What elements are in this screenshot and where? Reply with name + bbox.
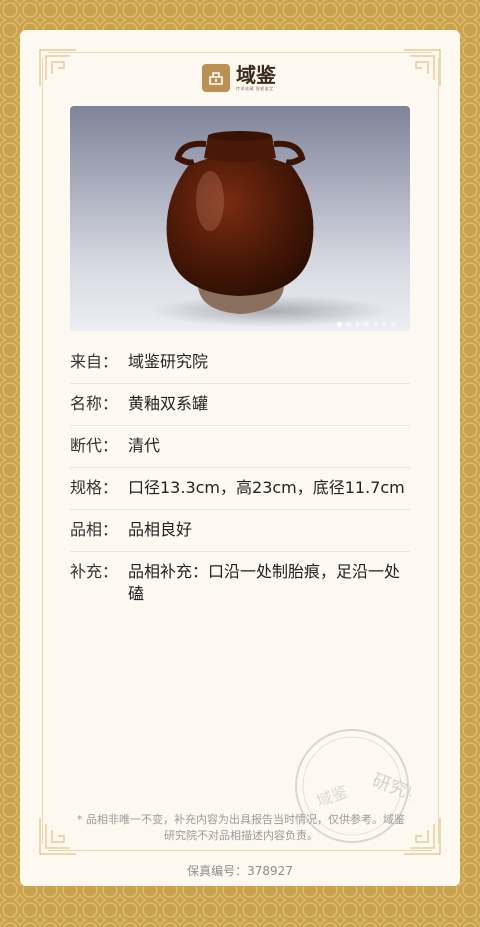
carousel-dot[interactable]	[382, 322, 387, 327]
brand-tagline: 传承收藏 智能鉴定	[236, 86, 274, 91]
carousel-indicator[interactable]	[337, 322, 396, 327]
carousel-dot[interactable]	[391, 322, 396, 327]
stamp-outer-text: 域鉴	[314, 782, 351, 811]
field-label: 名称：	[70, 394, 119, 413]
disclaimer-text: * 品相非唯一不变，补充内容为出具报告当时情况，仅供参考。域鉴研究院不对品相描述…	[77, 813, 405, 842]
info-list: 来自： 域鉴研究院 名称： 黄釉双系罐 断代： 清代 规格： 口径13.3cm，…	[70, 342, 410, 615]
field-label: 品相：	[70, 520, 119, 539]
field-value: 域鉴研究院	[128, 352, 209, 371]
carousel-dot[interactable]	[346, 322, 351, 327]
field-label: 规格：	[70, 478, 119, 497]
field-dimensions: 规格： 口径13.3cm，高23cm，底径11.7cm	[70, 468, 410, 510]
field-label: 断代：	[70, 436, 119, 455]
brand-logo: 域鉴 传承收藏 智能鉴定	[202, 64, 276, 92]
field-value: 品相良好	[128, 520, 193, 539]
corner-ornament-bottom-left	[39, 818, 76, 855]
field-dynasty: 断代： 清代	[70, 426, 410, 468]
field-condition: 品相： 品相良好	[70, 510, 410, 552]
field-label: 补充：	[70, 562, 119, 581]
field-value: 黄釉双系罐	[128, 394, 209, 413]
frame-left-line	[42, 58, 43, 844]
stamp-text: 研究院	[369, 770, 411, 808]
carousel-dot[interactable]	[364, 322, 369, 327]
certificate-card: 域鉴 传承收藏 智能鉴定 来自： 域鉴研究院 名称： 黄釉双系罐 断代： 清代 …	[20, 30, 460, 886]
frame-right-line	[438, 58, 439, 844]
jar-image	[150, 131, 390, 327]
corner-ornament-top-left	[39, 49, 76, 86]
corner-ornament-top-right	[404, 49, 441, 86]
product-photo[interactable]	[70, 106, 410, 331]
carousel-dot[interactable]	[355, 322, 360, 327]
field-source: 来自： 域鉴研究院	[70, 342, 410, 384]
frame-bottom-line	[48, 850, 432, 851]
field-value: 口径13.3cm，高23cm，底径11.7cm	[128, 478, 405, 497]
carousel-dot[interactable]	[337, 322, 342, 327]
field-label: 来自：	[70, 352, 119, 371]
field-name: 名称： 黄釉双系罐	[70, 384, 410, 426]
brand-mark-icon	[202, 64, 230, 92]
serial-number: 保真编号：378927	[187, 864, 293, 878]
frame-top-line	[48, 52, 432, 53]
brand-name: 域鉴	[236, 63, 276, 87]
carousel-dot[interactable]	[373, 322, 378, 327]
field-supplement: 补充： 品相补充：口沿一处制胎痕，足沿一处磕	[70, 552, 410, 615]
field-value: 清代	[128, 436, 161, 455]
field-value: 品相补充：口沿一处制胎痕，足沿一处磕	[128, 562, 401, 603]
